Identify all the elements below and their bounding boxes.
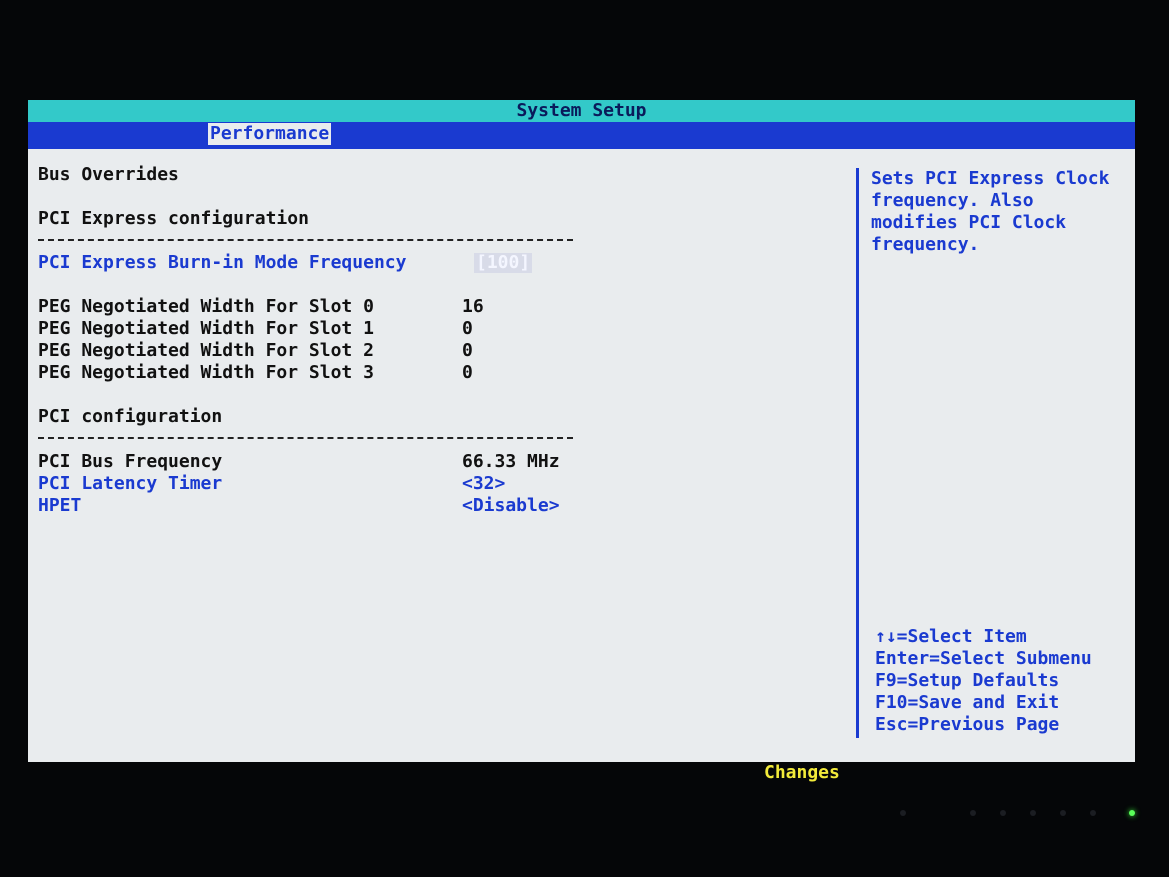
peg-slot-0-value: 16 bbox=[462, 296, 484, 317]
hpet-label[interactable]: HPET bbox=[38, 495, 81, 517]
key-save-exit: F10=Save and Exit bbox=[875, 692, 1060, 713]
peg-slot-1-value: 0 bbox=[462, 318, 473, 339]
monitor-button bbox=[1000, 810, 1006, 816]
monitor-button bbox=[1090, 810, 1096, 816]
monitor-button bbox=[900, 810, 906, 816]
settings-panel: Bus Overrides PCI Express configuration … bbox=[38, 162, 848, 742]
pci-latency-timer-label[interactable]: PCI Latency Timer bbox=[38, 473, 222, 495]
help-line: frequency. bbox=[871, 234, 980, 255]
hpet-value[interactable]: <Disable> bbox=[462, 495, 560, 517]
pci-bus-frequency-value: 66.33 MHz bbox=[462, 451, 560, 472]
burn-in-frequency-label[interactable]: PCI Express Burn-in Mode Frequency bbox=[38, 252, 406, 274]
key-select-item: ↑↓=Select Item bbox=[875, 626, 1027, 647]
changes-label: Changes bbox=[764, 762, 840, 783]
monitor-button bbox=[1060, 810, 1066, 816]
monitor-buttons bbox=[900, 808, 1140, 820]
help-divider bbox=[856, 168, 859, 738]
section-title: Bus Overrides bbox=[38, 164, 179, 185]
menu-bar: Performance bbox=[28, 122, 1135, 149]
key-select-submenu: Enter=Select Submenu bbox=[875, 648, 1092, 669]
help-line: Sets PCI Express Clock bbox=[871, 168, 1110, 189]
divider bbox=[38, 239, 573, 241]
pcie-config-header: PCI Express configuration bbox=[38, 208, 309, 229]
key-previous-page: Esc=Previous Page bbox=[875, 714, 1060, 735]
tab-performance[interactable]: Performance bbox=[208, 123, 332, 145]
peg-slot-3-label: PEG Negotiated Width For Slot 3 bbox=[38, 362, 374, 383]
burn-in-frequency-value[interactable]: [100] bbox=[474, 253, 533, 273]
key-legend: ↑↓=Select Item Enter=Select Submenu F9=S… bbox=[875, 626, 1092, 736]
pci-latency-timer-value[interactable]: <32> bbox=[462, 473, 505, 495]
peg-slot-2-value: 0 bbox=[462, 340, 473, 361]
pci-config-header: PCI configuration bbox=[38, 406, 223, 427]
power-led-icon bbox=[1129, 810, 1135, 816]
monitor-button bbox=[970, 810, 976, 816]
peg-slot-2-label: PEG Negotiated Width For Slot 2 bbox=[38, 340, 374, 361]
monitor-button bbox=[1030, 810, 1036, 816]
pci-bus-frequency-label: PCI Bus Frequency bbox=[38, 451, 223, 472]
peg-slot-0-label: PEG Negotiated Width For Slot 0 bbox=[38, 296, 374, 317]
help-description: Sets PCI Express Clock frequency. Also m… bbox=[871, 168, 1121, 256]
help-line: modifies PCI Clock bbox=[871, 212, 1067, 233]
help-line: frequency. Also bbox=[871, 190, 1034, 211]
window-title: System Setup bbox=[28, 100, 1135, 122]
peg-slot-3-value: 0 bbox=[462, 362, 473, 383]
bios-screen: System Setup Performance Bus Overrides P… bbox=[28, 100, 1135, 762]
peg-slot-1-label: PEG Negotiated Width For Slot 1 bbox=[38, 318, 374, 339]
divider bbox=[38, 437, 573, 439]
key-setup-defaults: F9=Setup Defaults bbox=[875, 670, 1060, 691]
